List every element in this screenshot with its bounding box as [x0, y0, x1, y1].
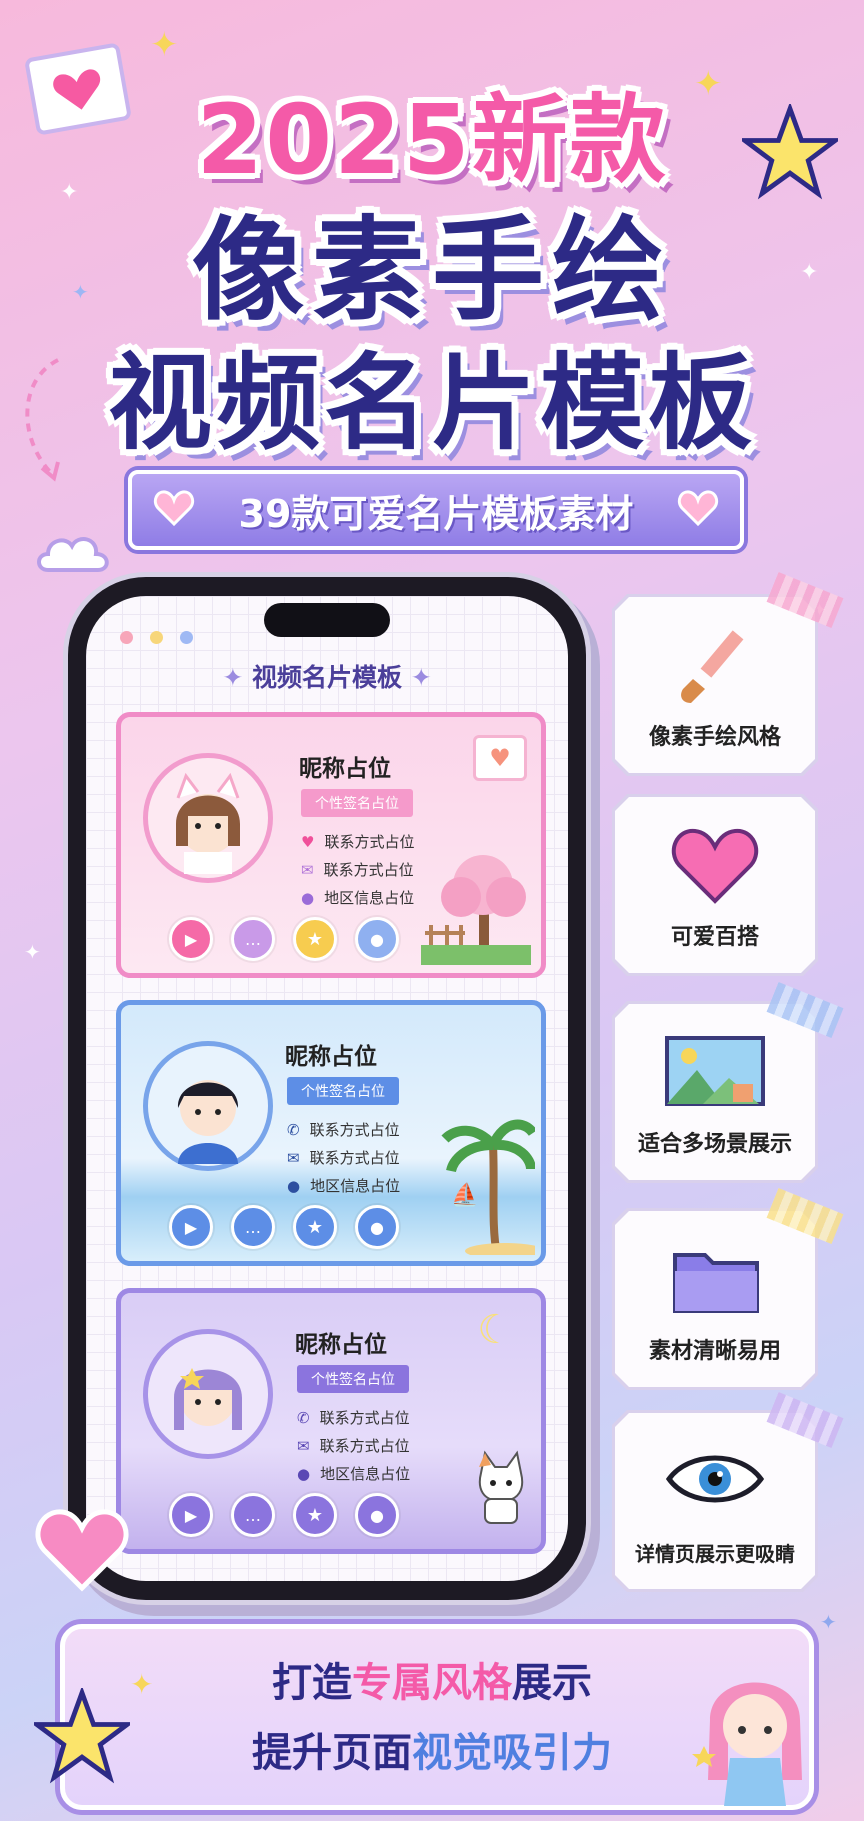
card-contact-text: 联系方式占位: [309, 1149, 400, 1167]
avatar: [143, 1329, 273, 1459]
heart-icon: [671, 828, 759, 904]
play-button[interactable]: ▶: [169, 1205, 213, 1249]
profile-button[interactable]: ●: [355, 1205, 399, 1249]
pixel-girl-mascot: [690, 1650, 820, 1814]
heart-icon: [677, 490, 719, 527]
card-location-row: ● 地区信息占位: [287, 1175, 400, 1196]
sparkle-icon: ✦: [402, 663, 432, 692]
sparkle-icon: ✦: [24, 940, 41, 964]
sparkle-icon: ✦: [150, 25, 179, 65]
card-location-row: ● 地区信息占位: [297, 1463, 410, 1484]
card-contact-row: ✉ 联系方式占位: [297, 1435, 410, 1456]
card-contact-text: 联系方式占位: [323, 861, 414, 879]
cherry-tree-icon: [421, 835, 531, 969]
mail-icon: ✉: [297, 1436, 310, 1455]
star-button[interactable]: ★: [293, 917, 337, 961]
card-location-row: ● 地区信息占位: [301, 887, 414, 908]
headline-line3: 视频名片模板: [107, 342, 756, 464]
card-signature: 个性签名占位: [297, 1365, 409, 1393]
card-signature: 个性签名占位: [301, 789, 413, 817]
footer-text: 打造: [272, 1660, 352, 1706]
window-dot-yellow: [150, 631, 163, 644]
feature-label: 素材清晰易用: [648, 1339, 781, 1364]
card-contact-row: ✆ 联系方式占位: [287, 1119, 400, 1140]
location-pin-icon: ●: [297, 1464, 311, 1483]
star-button[interactable]: ★: [293, 1493, 337, 1537]
card-contact-text: 联系方式占位: [324, 833, 415, 851]
heart-icon: [32, 1504, 132, 1598]
card-contact-text: 联系方式占位: [319, 1409, 410, 1427]
paintbrush-icon: [681, 630, 744, 703]
footer-highlight: 视觉吸引力: [412, 1730, 612, 1776]
card-contact-text: 联系方式占位: [309, 1121, 400, 1139]
card-contact-row: ✆ 联系方式占位: [297, 1407, 410, 1428]
location-pin-icon: ●: [287, 1176, 301, 1195]
card-location-text: 地区信息占位: [324, 889, 415, 907]
card-nickname: 昵称占位: [285, 1044, 377, 1070]
profile-button[interactable]: ●: [355, 917, 399, 961]
message-button[interactable]: …: [231, 917, 275, 961]
cloud-icon: [36, 530, 110, 582]
landscape-picture-icon: [665, 1036, 765, 1106]
window-dot-blue: [180, 631, 193, 644]
mail-icon: ✉: [287, 1148, 300, 1167]
feature-label: 像素手绘风格: [648, 725, 781, 750]
sparkle-icon: ✦: [820, 1610, 837, 1634]
heart-bubble-icon: ♥: [473, 735, 527, 781]
card-contact-row: ✉ 联系方式占位: [301, 859, 414, 880]
card-contact-text: 联系方式占位: [319, 1437, 410, 1455]
card-contact-row: ♥ 联系方式占位: [301, 831, 414, 852]
template-count-banner: 39款可爱名片模板素材: [128, 470, 744, 550]
phone-icon: ✆: [287, 1120, 300, 1139]
moon-icon: ☾: [477, 1307, 513, 1353]
footer-text: 提升页面: [252, 1730, 412, 1776]
eye-icon: [665, 1455, 765, 1503]
footer-highlight: 专属风格: [352, 1660, 512, 1706]
play-button[interactable]: ▶: [169, 917, 213, 961]
message-button[interactable]: …: [231, 1205, 275, 1249]
profile-button[interactable]: ●: [355, 1493, 399, 1537]
heart-icon: [153, 490, 195, 527]
play-button[interactable]: ▶: [169, 1493, 213, 1537]
card-nickname: 昵称占位: [299, 756, 391, 782]
sailboat-icon: ⛵: [451, 1183, 479, 1208]
folder-icon: [673, 1253, 759, 1313]
message-button[interactable]: …: [231, 1493, 275, 1537]
mail-icon: ✉: [301, 860, 314, 879]
card-location-text: 地区信息占位: [320, 1465, 411, 1483]
feature-easy-use: 素材清晰易用: [615, 1211, 815, 1387]
location-pin-icon: ●: [301, 888, 315, 907]
screen-title-text: 视频名片模板: [251, 663, 402, 692]
card-nickname: 昵称占位: [295, 1332, 387, 1358]
business-card-purple[interactable]: 昵称占位 个性签名占位 ✆ 联系方式占位 ✉ 联系方式占位 ● 地区信息占位 ☾ ▶ …: [116, 1288, 546, 1554]
footer-text: 展示: [512, 1660, 592, 1706]
feature-eye-catching: 详情页展示更吸睛: [615, 1413, 815, 1589]
feature-label: 详情页展示更吸睛: [635, 1542, 795, 1566]
feature-label: 可爱百搭: [670, 925, 759, 950]
feature-pixel-style: 像素手绘风格: [615, 597, 815, 773]
star-button[interactable]: ★: [293, 1205, 337, 1249]
card-signature: 个性签名占位: [287, 1077, 399, 1105]
window-dot-red: [120, 631, 133, 644]
screen-title: ✦ 视频名片模板 ✦: [86, 658, 568, 694]
phone-notch: [264, 603, 390, 637]
business-card-pink[interactable]: 昵称占位 个性签名占位 ♥ 联系方式占位 ✉ 联系方式占位 ● 地区信息占位 ♥ ▶ …: [116, 712, 546, 978]
phone-icon: ✆: [297, 1408, 310, 1427]
avatar: [143, 753, 273, 883]
palm-tree-icon: [435, 1105, 541, 1259]
feature-cute: 可爱百搭: [615, 797, 815, 973]
card-contact-row: ✉ 联系方式占位: [287, 1147, 400, 1168]
cat-icon: [469, 1443, 533, 1531]
card-location-text: 地区信息占位: [310, 1177, 401, 1195]
banner-text: 39款可爱名片模板素材: [238, 491, 634, 536]
feature-multi-scene: 适合多场景展示: [615, 1004, 815, 1180]
business-card-blue[interactable]: 昵称占位 个性签名占位 ✆ 联系方式占位 ✉ 联系方式占位 ● 地区信息占位 ⛵ ▶ …: [116, 1000, 546, 1266]
heart-icon: ♥: [301, 832, 315, 851]
feature-label: 适合多场景展示: [637, 1132, 792, 1157]
avatar: [143, 1041, 273, 1171]
sparkle-icon: ✦: [222, 663, 252, 692]
